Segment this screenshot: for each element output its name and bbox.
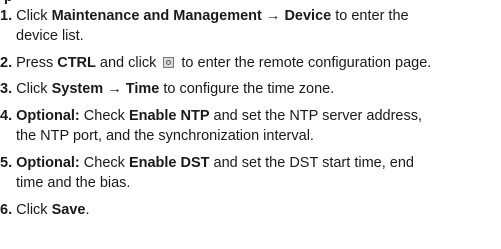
step-text: Press [16,55,58,71]
step-number: 3. [0,81,13,97]
step-text: and set the DST start time, end [209,155,414,171]
step-text: Click [16,8,52,24]
option-enable-dst: Enable DST [128,155,210,171]
step-number: 6. [0,202,13,218]
step-continuation: time and the bias. [16,175,131,191]
remote-config-icon [163,57,175,68]
clipped-heading-fragment: p [4,0,13,4]
step-3: 3. Click System → Time to configure the … [0,79,500,99]
step-text: and set the NTP server address, [209,108,423,124]
menu-path-device: Device [284,8,332,24]
menu-path-system: System [51,81,104,97]
step-text: . [85,202,90,218]
document: p 1. Click Maintenance and Management → … [0,0,501,249]
step-text: Click [16,81,52,97]
step-text: to enter the remote configuration page. [177,55,432,71]
step-number: 4. [0,108,13,124]
step-text: to enter the [331,8,409,24]
step-1: 1. Click Maintenance and Management → De… [0,6,500,46]
step-number: 2. [0,55,13,71]
step-6: 6. Click Save. [0,200,500,220]
step-continuation: the NTP port, and the synchronization in… [16,128,314,144]
option-enable-ntp: Enable NTP [128,108,210,124]
optional-label: Optional: [16,108,80,124]
menu-path-time: Time [125,81,160,97]
step-number: 5. [0,155,13,171]
menu-path-maintenance: Maintenance and Management [51,8,262,24]
step-text: Check [79,155,129,171]
save-label: Save [51,202,86,218]
step-number: 1. [0,8,13,24]
step-5: 5. Optional: Check Enable DST and set th… [0,153,500,193]
step-text: Check [79,108,129,124]
arrow-separator: → [261,8,285,24]
step-4: 4. Optional: Check Enable NTP and set th… [0,106,500,146]
step-continuation: device list. [16,28,84,44]
key-ctrl: CTRL [57,55,96,71]
step-text: to configure the time zone. [159,81,335,97]
step-text: Click [16,202,52,218]
arrow-separator: → [103,81,126,97]
step-2: 2. Press CTRL and click to enter the rem… [0,53,500,73]
optional-label: Optional: [16,155,80,171]
step-text: and click [95,55,161,71]
